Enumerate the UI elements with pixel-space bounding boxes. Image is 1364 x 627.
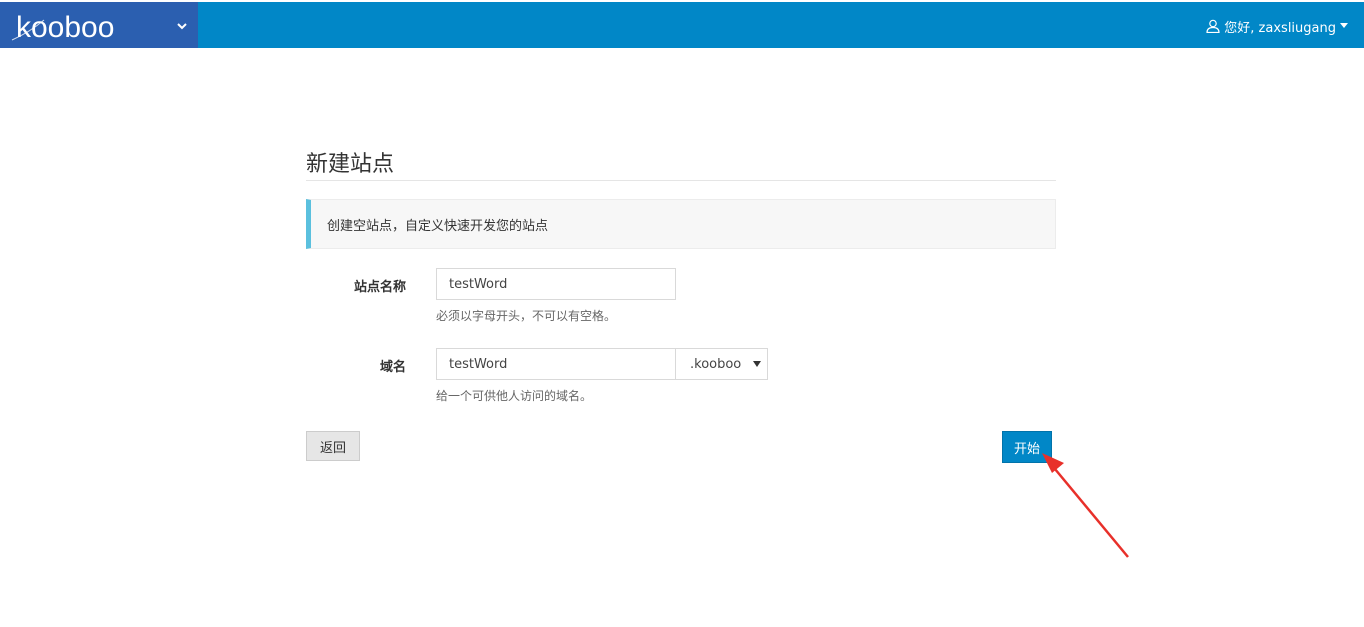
user-greeting[interactable]: 您好, zaxsliugang xyxy=(1224,17,1336,36)
chevron-down-icon[interactable] xyxy=(172,16,192,36)
callout-text: 创建空站点，自定义快速开发您的站点 xyxy=(327,218,549,234)
site-name-label: 站点名称 xyxy=(353,280,406,295)
top-navbar: kooboo 您好, zaxsliugang xyxy=(0,2,1364,48)
domain-suffix-value: .kooboo xyxy=(690,356,742,372)
site-name-input[interactable] xyxy=(436,268,676,300)
back-button[interactable]: 返回 xyxy=(306,431,360,461)
user-icon xyxy=(1206,19,1220,33)
domain-help: 给一个可供他人访问的域名。 xyxy=(436,389,593,403)
domain-input[interactable] xyxy=(436,348,676,380)
domain-suffix-select[interactable]: .kooboo xyxy=(676,348,768,380)
kooboo-logo[interactable]: kooboo xyxy=(10,6,140,44)
brand-area[interactable]: kooboo xyxy=(0,2,198,48)
user-menu[interactable]: 您好, zaxsliugang xyxy=(1206,16,1348,36)
annotation-arrow xyxy=(1042,453,1129,558)
brand-text: kooboo xyxy=(16,11,114,44)
caret-down-icon xyxy=(1340,23,1348,28)
title-divider xyxy=(306,180,1056,181)
start-button[interactable]: 开始 xyxy=(1002,431,1052,463)
info-callout: 创建空站点，自定义快速开发您的站点 xyxy=(306,199,1056,249)
site-name-help: 必须以字母开头，不可以有空格。 xyxy=(436,309,617,323)
select-arrow-icon xyxy=(753,361,761,367)
page-title: 新建站点 xyxy=(306,152,395,177)
domain-label: 域名 xyxy=(379,360,406,375)
